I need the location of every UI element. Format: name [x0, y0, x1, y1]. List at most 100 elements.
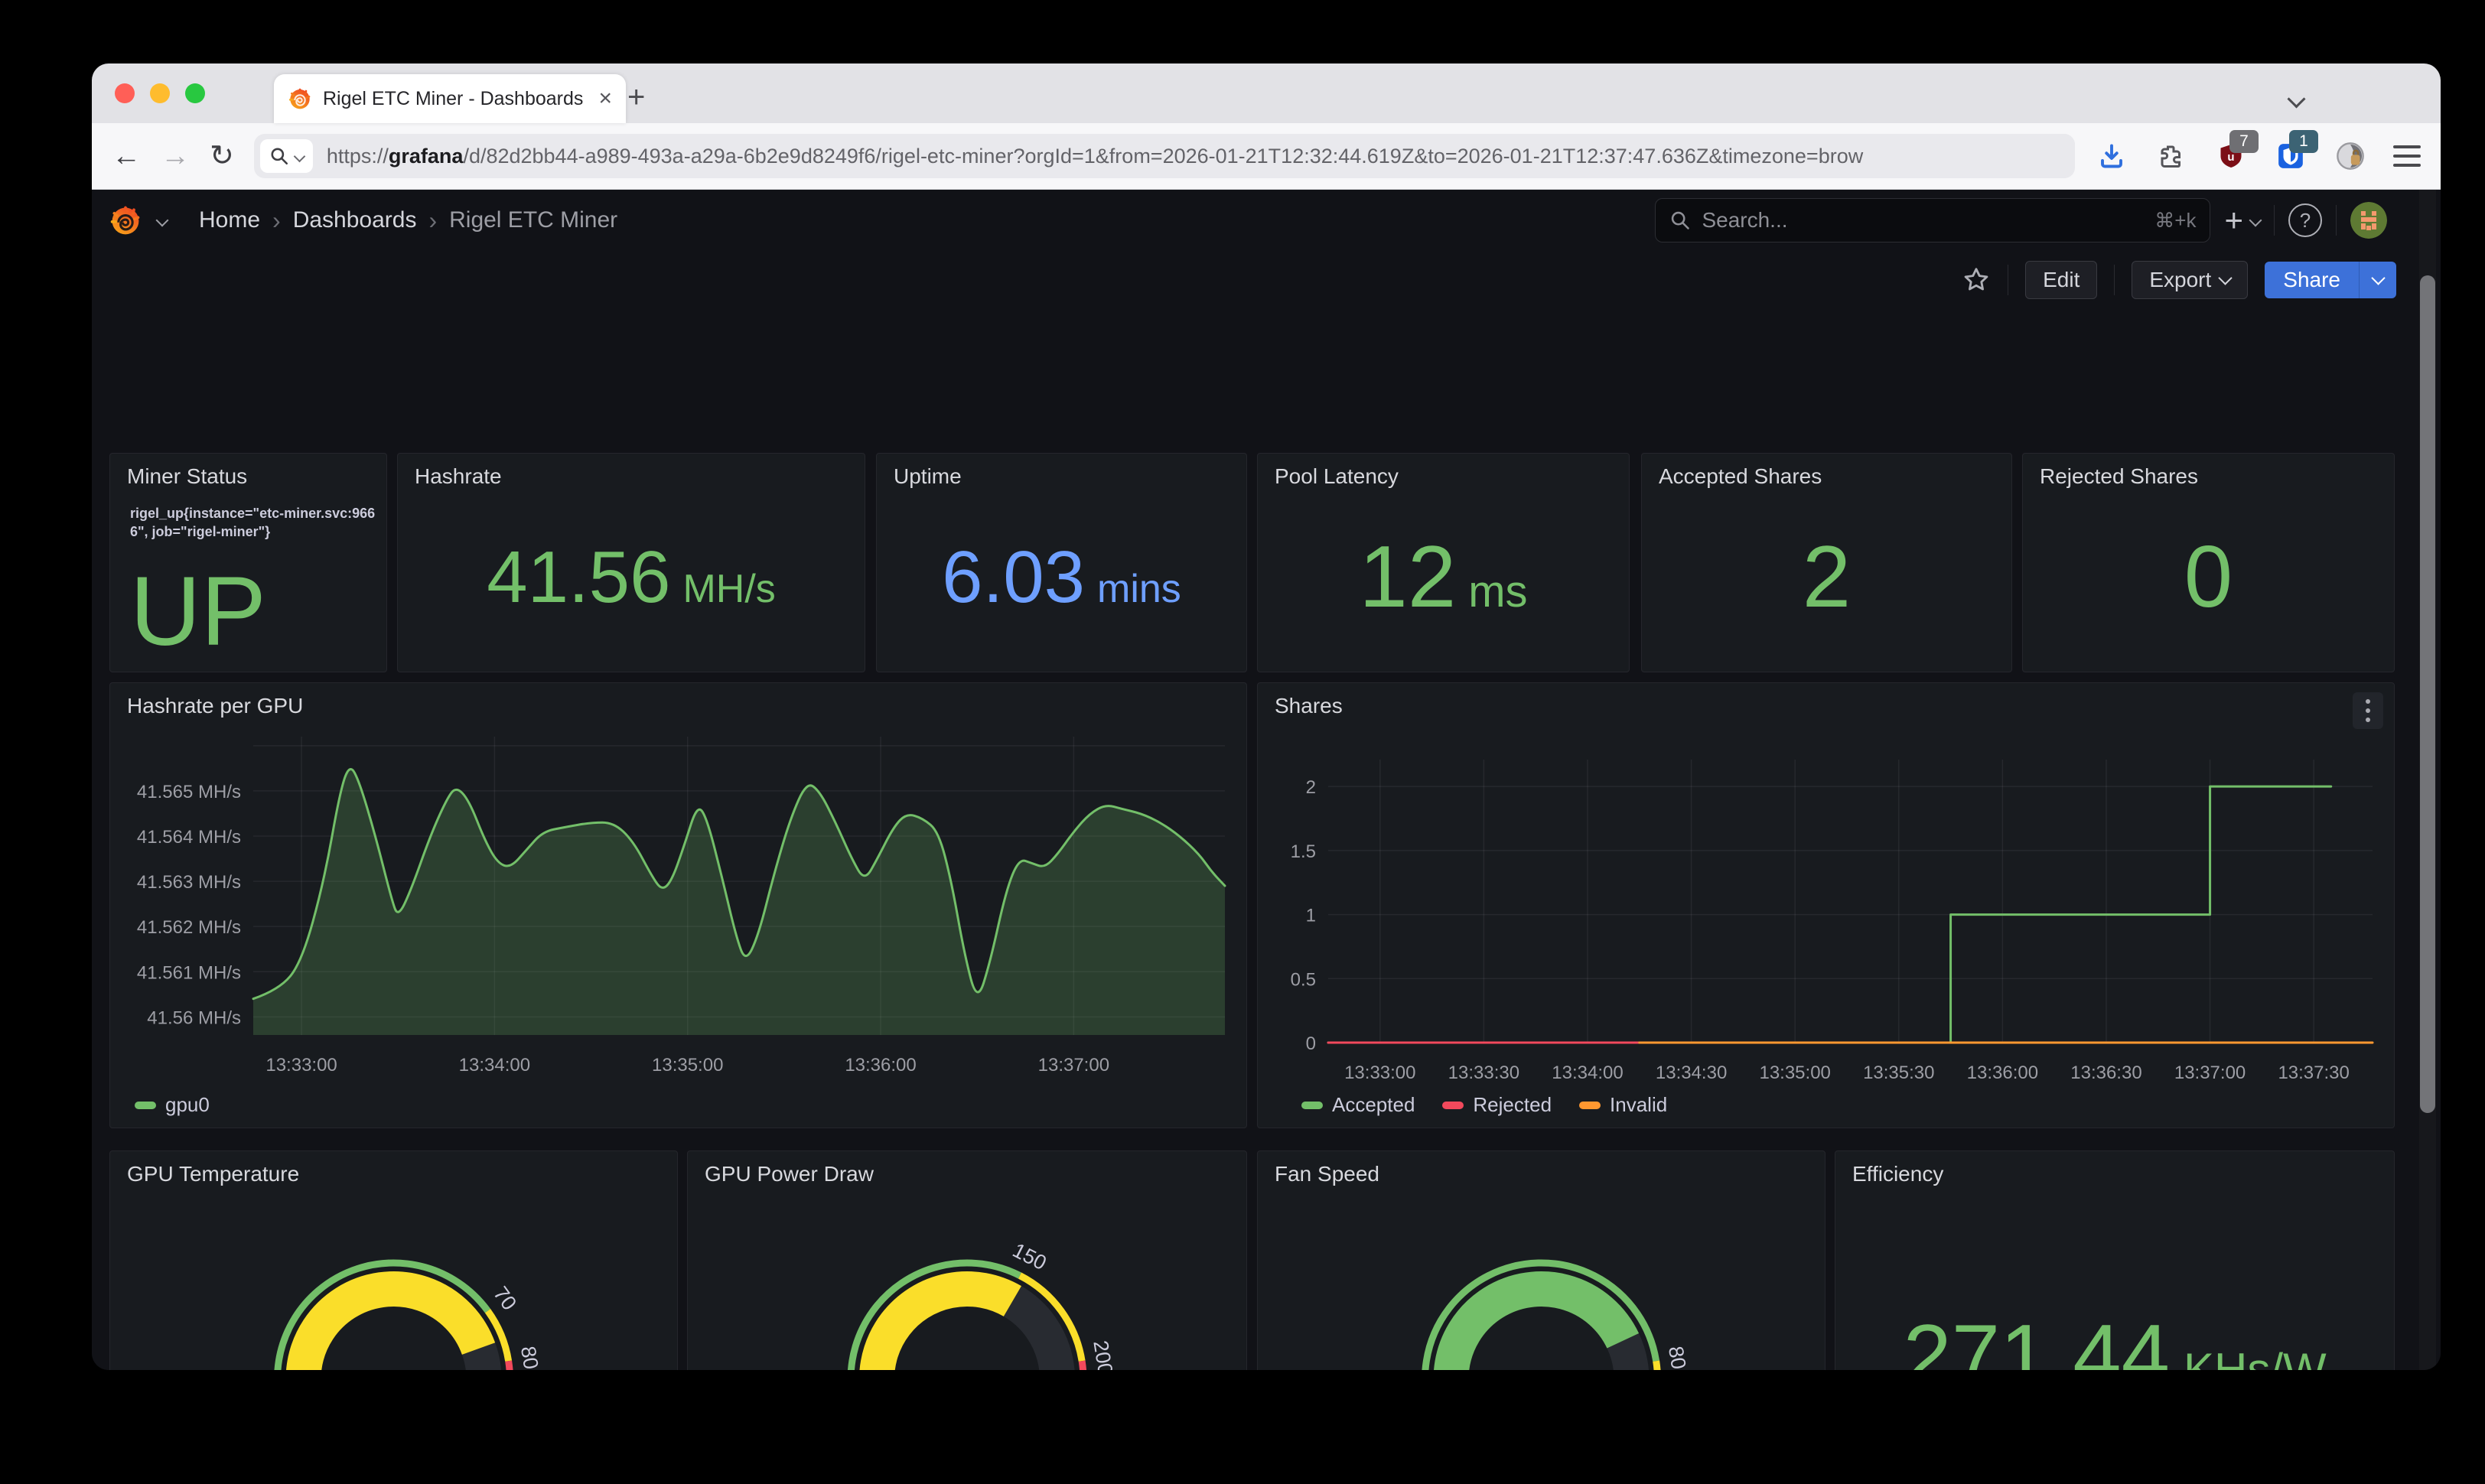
- legend-swatch: [135, 1101, 156, 1109]
- svg-text:13:35:30: 13:35:30: [1863, 1063, 1934, 1083]
- svg-text:41.56 MH/s: 41.56 MH/s: [147, 1007, 241, 1028]
- legend-label: Accepted: [1332, 1093, 1415, 1116]
- user-avatar[interactable]: [2350, 202, 2387, 239]
- panel-title[interactable]: Uptime: [894, 464, 962, 489]
- minimize-window-button[interactable]: [150, 83, 170, 103]
- chart-legend: gpu0: [135, 1093, 210, 1117]
- forward-button[interactable]: →: [161, 142, 190, 171]
- panel-shares: Shares 13:33:00 13:33:30 13:34:00 13:34:30 1…: [1257, 682, 2395, 1128]
- stat-value: 12: [1359, 529, 1457, 626]
- svg-text:1: 1: [1306, 906, 1316, 926]
- url-text: https://grafana/d/82d2bb44-a989-493a-a29…: [326, 144, 1864, 168]
- panel-hashrate-per-gpu: Hashrate per GPU 13:33:00 13:34:00 13:35:0…: [109, 682, 1247, 1128]
- svg-text:1.5: 1.5: [1291, 841, 1316, 862]
- svg-text:13:37:30: 13:37:30: [2278, 1063, 2349, 1083]
- add-new-button[interactable]: +: [2224, 202, 2262, 239]
- panel-gpu-temperature: GPU Temperature 0 70 80 100 76 °C: [109, 1150, 678, 1370]
- svg-text:80: 80: [1664, 1345, 1690, 1370]
- breadcrumb-home[interactable]: Home: [199, 207, 260, 233]
- stat-value: 0: [2184, 529, 2233, 626]
- chevron-down-icon: [293, 150, 306, 162]
- legend-item[interactable]: Rejected: [1442, 1093, 1552, 1117]
- svg-text:150: 150: [1009, 1238, 1050, 1274]
- stat-value: UP: [130, 557, 266, 666]
- chevron-down-icon: [2249, 213, 2262, 227]
- svg-text:13:34:00: 13:34:00: [1552, 1063, 1623, 1083]
- new-tab-button[interactable]: +: [627, 82, 645, 112]
- extensions-puzzle-icon[interactable]: [2154, 139, 2188, 173]
- favorite-star-icon[interactable]: [1962, 265, 1991, 295]
- panel-title[interactable]: Accepted Shares: [1659, 464, 1822, 489]
- breadcrumb-dashboards[interactable]: Dashboards: [293, 207, 417, 233]
- svg-text:13:34:30: 13:34:30: [1656, 1063, 1727, 1083]
- svg-text:80: 80: [516, 1345, 542, 1370]
- reload-button[interactable]: ↻: [210, 142, 234, 171]
- panel-gpu-power-draw: GPU Power Draw 0 150 200 250 153 W: [687, 1150, 1247, 1370]
- panel-title[interactable]: Miner Status: [127, 464, 247, 489]
- svg-text:70: 70: [489, 1282, 521, 1314]
- account-avatar-icon[interactable]: [2334, 139, 2367, 173]
- ublock-shield-icon[interactable]: u 7: [2214, 130, 2259, 173]
- chart-legend: Accepted Rejected Invalid: [1301, 1093, 1667, 1117]
- search-placeholder: Search...: [1702, 208, 1788, 232]
- panel-pool-latency: Pool Latency 12 ms: [1257, 453, 1630, 672]
- svg-text:13:35:00: 13:35:00: [1759, 1063, 1830, 1083]
- legend-item[interactable]: gpu0: [135, 1093, 210, 1117]
- svg-text:13:35:00: 13:35:00: [652, 1055, 723, 1076]
- search-engine-selector[interactable]: [259, 139, 313, 173]
- stat-unit: KHs/W: [2184, 1344, 2327, 1370]
- edit-button[interactable]: Edit: [2025, 261, 2098, 299]
- export-button[interactable]: Export: [2132, 261, 2249, 299]
- stat-unit: ms: [1468, 567, 1528, 617]
- bitwarden-shield-icon[interactable]: 1: [2274, 130, 2318, 173]
- panel-title[interactable]: Rejected Shares: [2040, 464, 2198, 489]
- help-button[interactable]: ?: [2288, 203, 2322, 237]
- share-button[interactable]: Share: [2265, 262, 2396, 298]
- gpu-temperature-gauge: 0708010076 °C: [274, 1259, 542, 1370]
- ublock-badge: 7: [2229, 130, 2259, 153]
- panel-rejected-shares: Rejected Shares 0: [2022, 453, 2395, 672]
- panel-title[interactable]: Efficiency: [1852, 1162, 1943, 1186]
- legend-label: Rejected: [1473, 1093, 1552, 1116]
- panel-uptime: Uptime 6.03 mins: [876, 453, 1247, 672]
- page-scrollbar-thumb[interactable]: [2420, 275, 2435, 1113]
- svg-text:41.563 MH/s: 41.563 MH/s: [137, 872, 241, 893]
- hashrate-chart: 13:33:00 13:34:00 13:35:00 13:36:00 13:37:00…: [137, 737, 1226, 1076]
- stat-value: 2: [1802, 529, 1852, 626]
- legend-swatch: [1442, 1101, 1464, 1109]
- back-button[interactable]: ←: [112, 142, 141, 171]
- tab-list-chevron-icon[interactable]: [2287, 89, 2306, 109]
- legend-swatch: [1301, 1101, 1323, 1109]
- stat-value: 6.03: [942, 536, 1086, 619]
- legend-item[interactable]: Accepted: [1301, 1093, 1415, 1117]
- close-window-button[interactable]: [115, 83, 135, 103]
- share-dropdown-button[interactable]: [2359, 262, 2396, 298]
- zoom-window-button[interactable]: [185, 83, 205, 103]
- svg-text:0.5: 0.5: [1291, 969, 1316, 990]
- stat-value: 271.44: [1903, 1307, 2171, 1370]
- grafana-logo[interactable]: [109, 203, 142, 237]
- svg-text:2: 2: [1306, 777, 1316, 798]
- legend-swatch: [1579, 1101, 1601, 1109]
- org-switcher-chevron-icon[interactable]: [155, 213, 169, 227]
- tab-strip: Rigel ETC Miner - Dashboards - × +: [92, 63, 2441, 123]
- search-input[interactable]: Search... ⌘+k: [1655, 198, 2211, 242]
- svg-text:200: 200: [1089, 1339, 1117, 1370]
- url-bar[interactable]: https://grafana/d/82d2bb44-a989-493a-a29…: [253, 134, 2075, 178]
- browser-tab[interactable]: Rigel ETC Miner - Dashboards - ×: [274, 74, 626, 123]
- panel-accepted-shares: Accepted Shares 2: [1641, 453, 2012, 672]
- tab-close-icon[interactable]: ×: [598, 87, 612, 110]
- svg-text:0: 0: [1306, 1033, 1316, 1054]
- url-fade: [1983, 134, 2075, 178]
- downloads-button[interactable]: [2095, 139, 2128, 173]
- svg-text:13:33:30: 13:33:30: [1448, 1063, 1519, 1083]
- panel-title[interactable]: Pool Latency: [1275, 464, 1399, 489]
- svg-text:13:36:30: 13:36:30: [2070, 1063, 2141, 1083]
- svg-text:13:36:00: 13:36:00: [845, 1055, 916, 1076]
- menu-hamburger-icon[interactable]: [2393, 145, 2421, 167]
- legend-item[interactable]: Invalid: [1579, 1093, 1667, 1117]
- legend-label: gpu0: [165, 1093, 210, 1116]
- svg-text:41.564 MH/s: 41.564 MH/s: [137, 827, 241, 848]
- search-icon: [1672, 211, 1690, 229]
- panel-title[interactable]: Hashrate: [415, 464, 502, 489]
